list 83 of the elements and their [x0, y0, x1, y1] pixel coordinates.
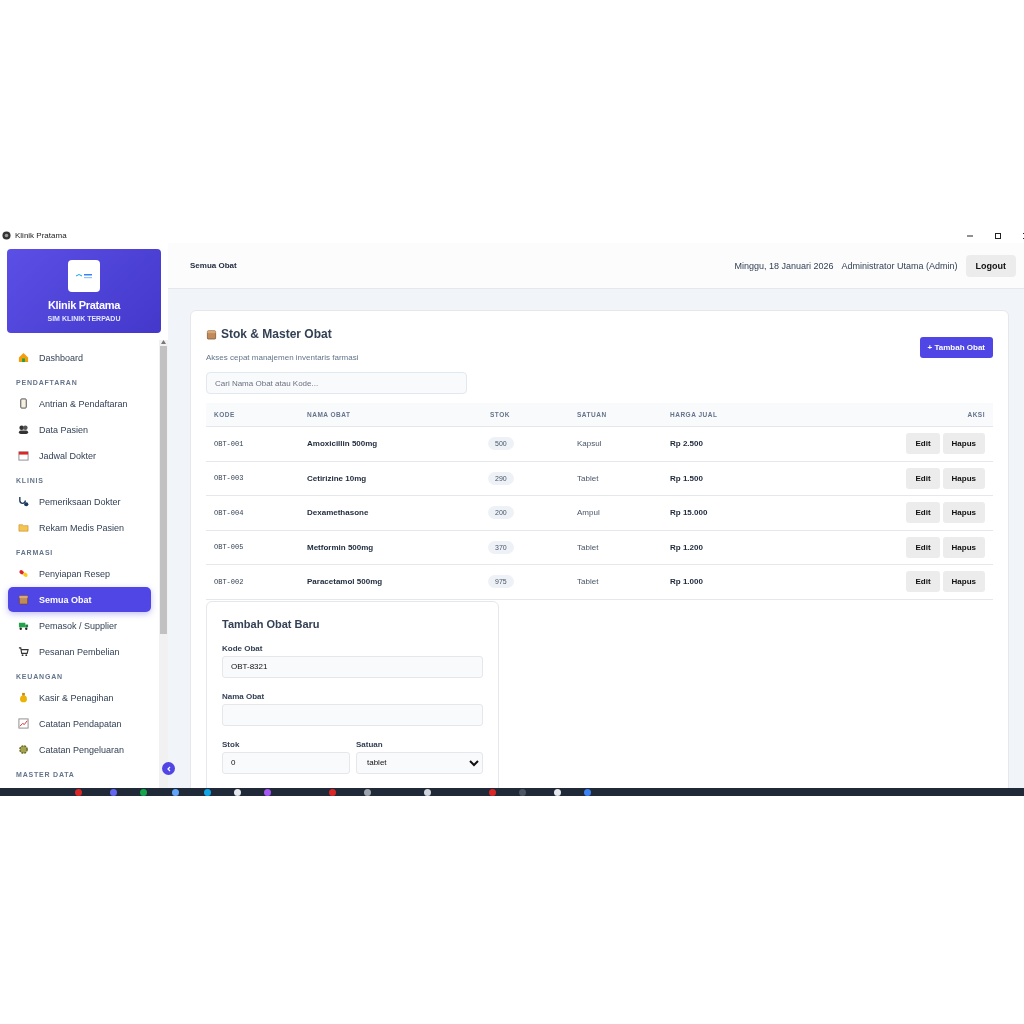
- table-cell-text: Dexamethasone: [307, 508, 370, 518]
- nav-item[interactable]: Antrian & Pendaftaran: [8, 391, 151, 416]
- table-cell-text: Rp 2.500: [670, 439, 704, 449]
- nav-item[interactable]: Pesanan Pembelian: [8, 639, 151, 664]
- nav-item[interactable]: Rekam Medis Pasien: [8, 515, 151, 540]
- nav-item[interactable]: Dashboard: [8, 345, 151, 370]
- delete-button[interactable]: Hapus: [942, 502, 985, 524]
- input-field[interactable]: [222, 703, 483, 726]
- logo-icon: [68, 260, 100, 292]
- nav-item[interactable]: Catatan Pendapatan: [8, 711, 151, 736]
- maximize-icon[interactable]: [994, 231, 1002, 240]
- scrollbar[interactable]: [159, 340, 168, 788]
- field-label: Satuan: [356, 739, 384, 749]
- money-bag-icon: [18, 692, 29, 703]
- form-title: Tambah Obat Baru: [222, 617, 321, 630]
- table-cell-text: Rp 15.000: [670, 508, 709, 518]
- table-cell-text: Metformin 500mg: [307, 542, 375, 552]
- scroll-icon: [18, 398, 29, 409]
- box-icon: [206, 328, 217, 340]
- card-subtitle: Akses cepat manajemen inventaris farmasi: [206, 353, 359, 362]
- box-icon: [18, 594, 29, 605]
- table-cell-text: Kapsul: [577, 439, 603, 449]
- folder-icon: [18, 522, 29, 533]
- taskbar-app-icon[interactable]: [234, 788, 241, 796]
- delete-button[interactable]: Hapus: [942, 571, 985, 593]
- app-icon: [2, 231, 11, 240]
- cart-icon: [18, 646, 29, 657]
- logout-button[interactable]: Logout: [965, 254, 1016, 277]
- chevron-left-icon: [165, 765, 172, 772]
- nav-item[interactable]: Penyiapan Resep: [8, 561, 151, 586]
- delete-button[interactable]: Hapus: [942, 467, 985, 489]
- delete-button[interactable]: Hapus: [942, 536, 985, 558]
- table-cell-text: Rp 1.500: [670, 473, 704, 483]
- people-icon: [18, 424, 29, 435]
- taskbar-app-icon[interactable]: [172, 788, 179, 796]
- nav-item[interactable]: Data Pasien: [8, 417, 151, 442]
- table-cell-text: Cetirizine 10mg: [307, 473, 368, 483]
- stethoscope-icon: [18, 496, 29, 507]
- calendar-icon: [18, 450, 29, 461]
- table-cell-text: Paracetamol 500mg: [307, 577, 384, 587]
- house-icon: [18, 352, 29, 363]
- truck-icon: [18, 620, 29, 631]
- table-cell-text: Ampul: [577, 508, 601, 518]
- gear-icon: [18, 744, 29, 755]
- table-cell-text: Tablet: [577, 542, 600, 552]
- edit-button[interactable]: Edit: [906, 467, 940, 489]
- taskbar-app-icon[interactable]: [364, 788, 371, 796]
- date-text: Minggu, 18 Januari 2026: [734, 260, 834, 271]
- table-cell-text: Tablet: [577, 577, 600, 587]
- nav-item[interactable]: Jadwal Dokter: [8, 443, 151, 468]
- nav-item[interactable]: Pemasok / Supplier: [8, 613, 151, 638]
- field-label: Nama Obat: [222, 691, 266, 701]
- taskbar-app-icon[interactable]: [204, 788, 211, 796]
- select-field[interactable]: tablet: [356, 751, 483, 774]
- user-name: Administrator Utama (Admin): [841, 260, 958, 271]
- input-field[interactable]: 0: [222, 751, 350, 774]
- window-title: Klinik Pratama: [15, 231, 67, 240]
- table-cell-text: Rp 1.200: [670, 542, 704, 552]
- field-label: Kode Obat: [222, 643, 264, 653]
- delete-button[interactable]: Hapus: [942, 433, 985, 455]
- chart-icon: [18, 718, 29, 729]
- field-label: Stok: [222, 739, 241, 749]
- nav-item[interactable]: Catatan Pengeluaran: [8, 737, 151, 762]
- nav-item[interactable]: Pemeriksaan Dokter: [8, 489, 151, 514]
- taskbar-app-icon[interactable]: [554, 788, 561, 796]
- add-button[interactable]: + Tambah Obat: [919, 337, 993, 358]
- edit-button[interactable]: Edit: [906, 502, 940, 524]
- page-title: Semua Obat: [190, 261, 237, 270]
- scroll-up-icon[interactable]: [161, 340, 166, 344]
- brand-name: Klinik Pratama: [47, 299, 121, 311]
- edit-button[interactable]: Edit: [906, 433, 940, 455]
- taskbar-app-icon[interactable]: [424, 788, 431, 796]
- nav-item[interactable]: Semua Obat: [8, 587, 151, 612]
- search-field[interactable]: Cari Nama Obat atau Kode...: [206, 372, 467, 394]
- input-field[interactable]: OBT-8321: [222, 655, 483, 678]
- edit-button[interactable]: Edit: [906, 571, 940, 593]
- nav-item[interactable]: Kasir & Penagihan: [8, 685, 151, 710]
- table-cell-text: Tablet: [577, 473, 600, 483]
- pill-icon: [18, 568, 29, 579]
- table-cell-text: Amoxicillin 500mg: [307, 439, 379, 449]
- edit-button[interactable]: Edit: [906, 536, 940, 558]
- table-cell-text: Rp 1.000: [670, 577, 704, 587]
- card-title: Stok & Master Obat: [221, 327, 332, 341]
